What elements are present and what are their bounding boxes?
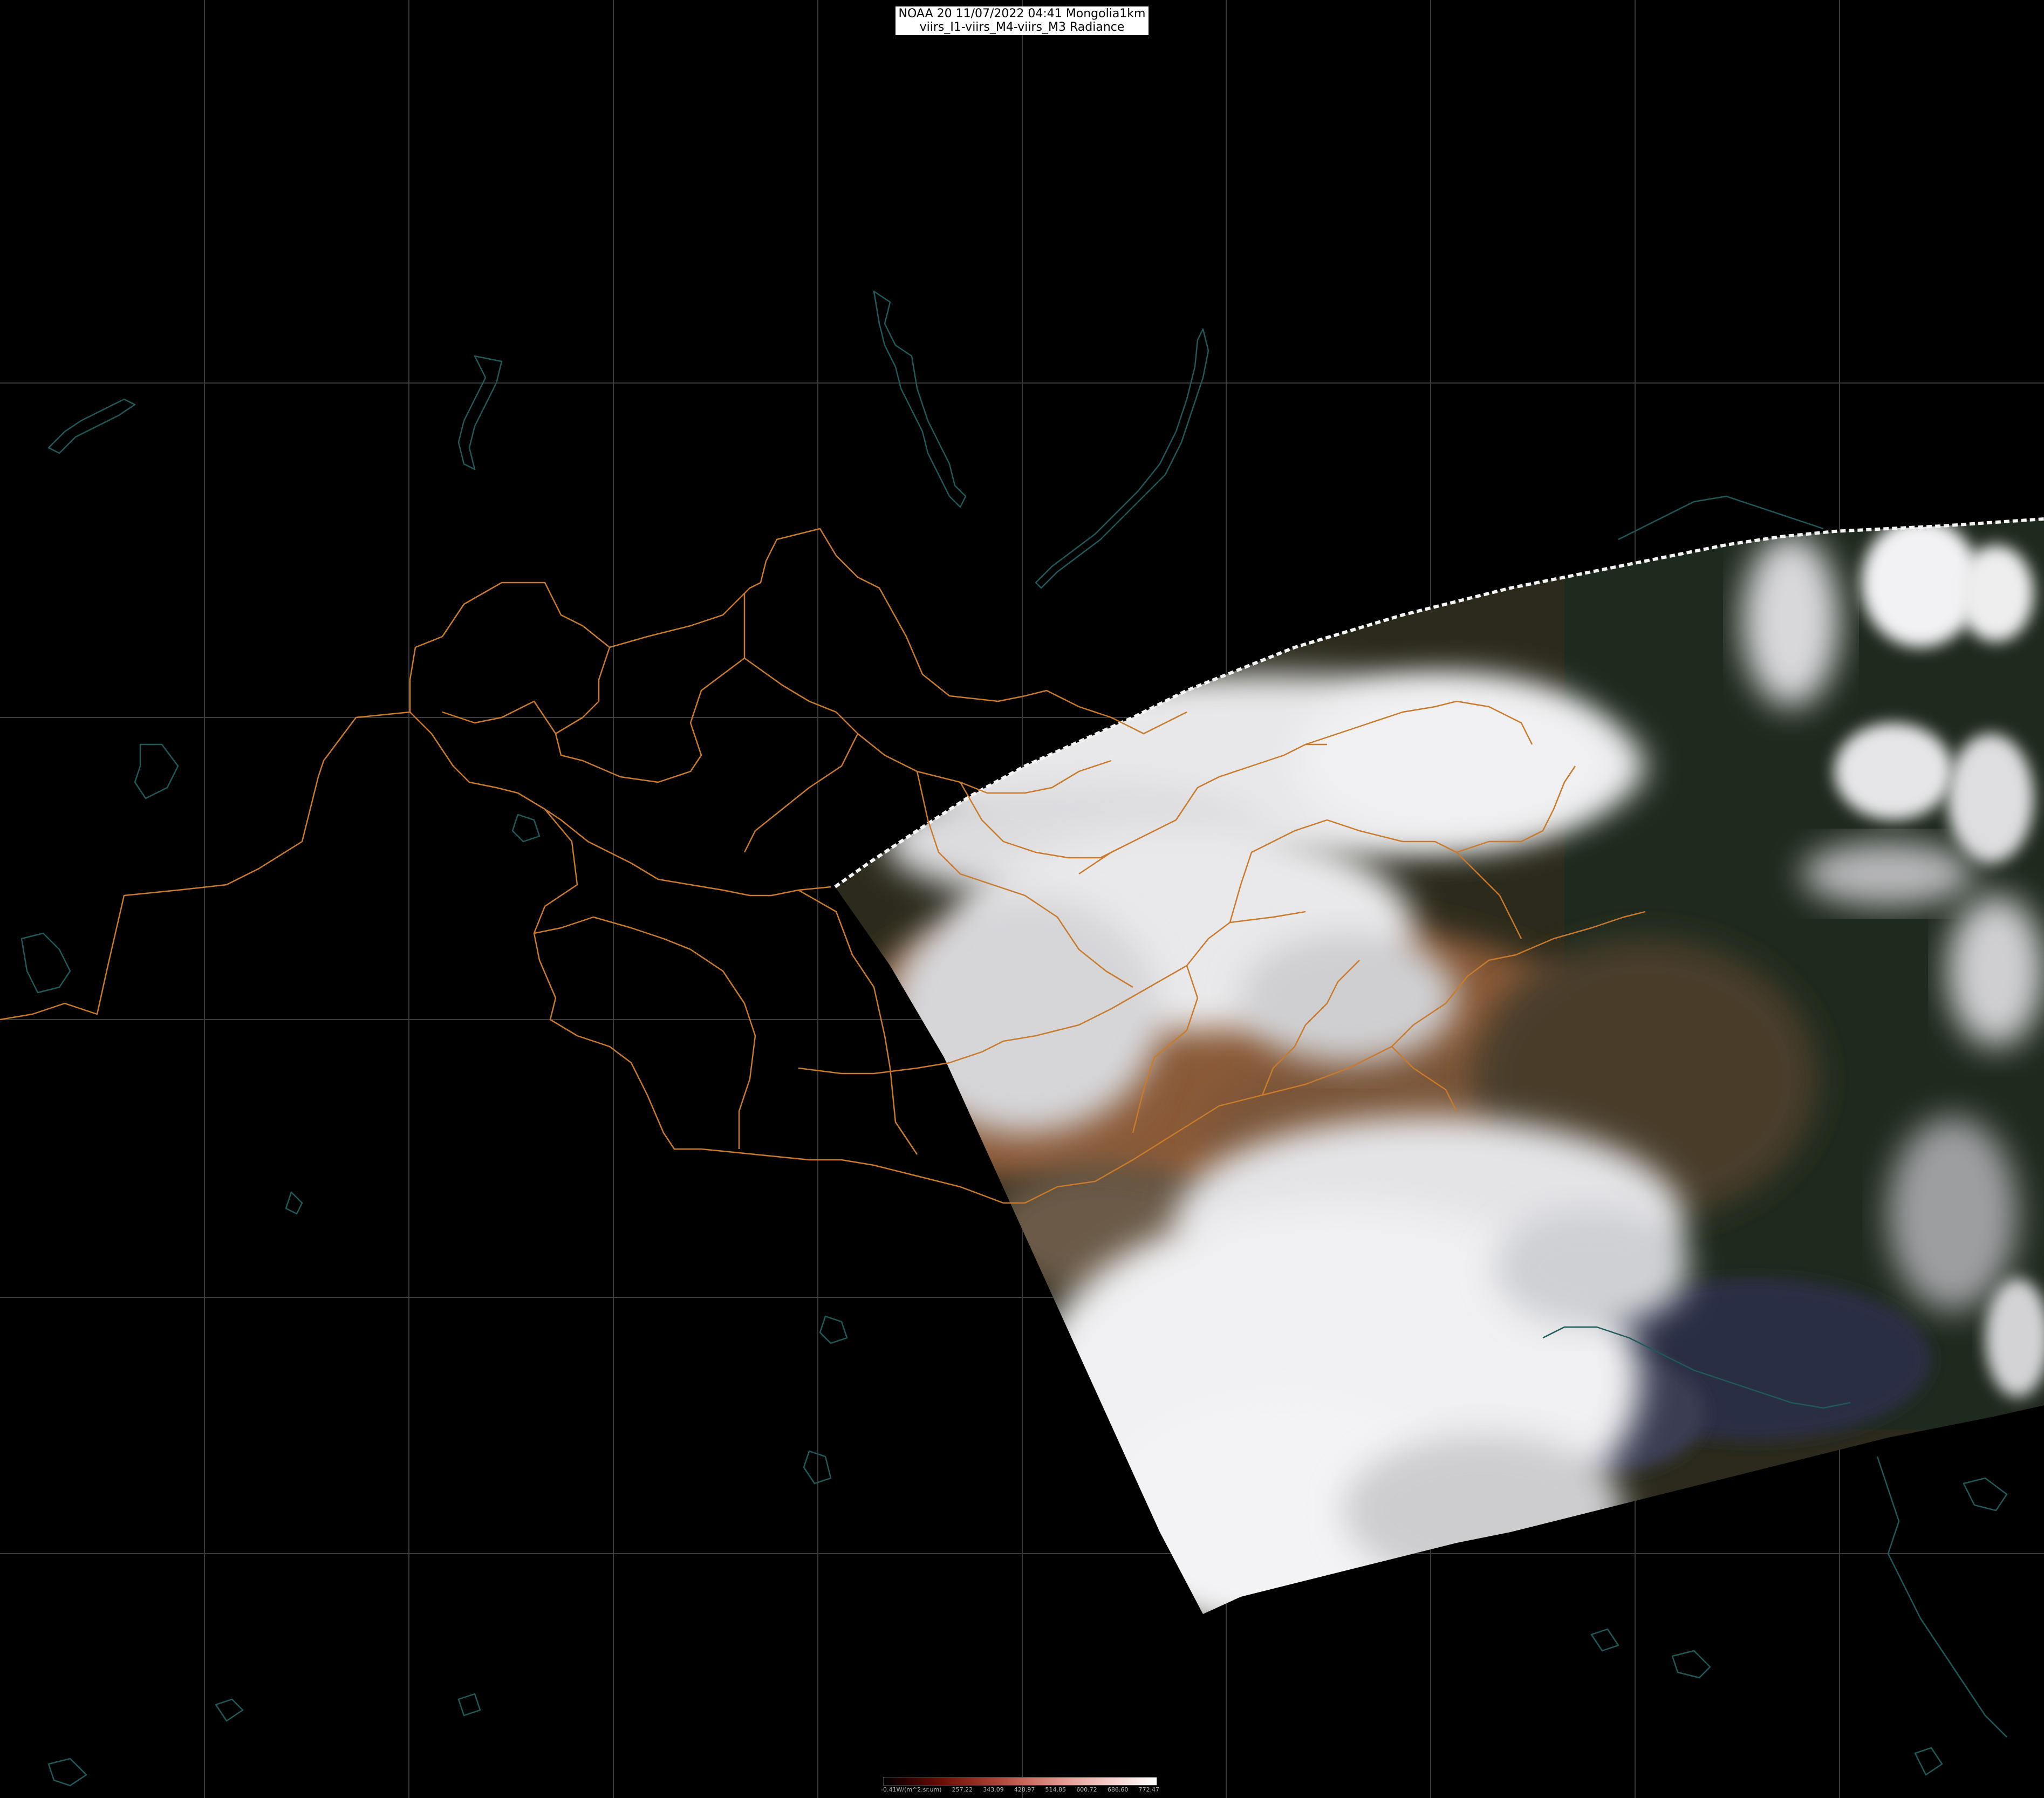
- colorbar-ticks: -0.41W/(m^2.sr.um) 257.22 343.09 428.97 …: [881, 1786, 1159, 1794]
- colorbar-tick: 600.72: [1076, 1786, 1097, 1793]
- colorbar-tick: 514.85: [1045, 1786, 1067, 1793]
- colorbar-tick: 343.09: [983, 1786, 1004, 1793]
- map-title: NOAA 20 11/07/2022 04:41 Mongolia1km vii…: [895, 6, 1149, 35]
- colorbar-tick: 772.47: [1138, 1786, 1159, 1793]
- title-line-2: viirs_I1-viirs_M4-viirs_M3 Radiance: [919, 20, 1125, 34]
- satellite-swath: [835, 519, 2044, 1614]
- colorbar-gradient: [883, 1777, 1157, 1786]
- colorbar-tick: -0.41W/(m^2.sr.um): [881, 1786, 942, 1793]
- colorbar-tick: 257.22: [952, 1786, 973, 1793]
- satellite-map: [0, 0, 2044, 1798]
- colorbar-tick: 428.97: [1014, 1786, 1035, 1793]
- colorbar-tick: 686.60: [1107, 1786, 1129, 1793]
- radiance-colorbar: -0.41W/(m^2.sr.um) 257.22 343.09 428.97 …: [881, 1777, 1159, 1795]
- title-line-1: NOAA 20 11/07/2022 04:41 Mongolia1km: [898, 7, 1146, 20]
